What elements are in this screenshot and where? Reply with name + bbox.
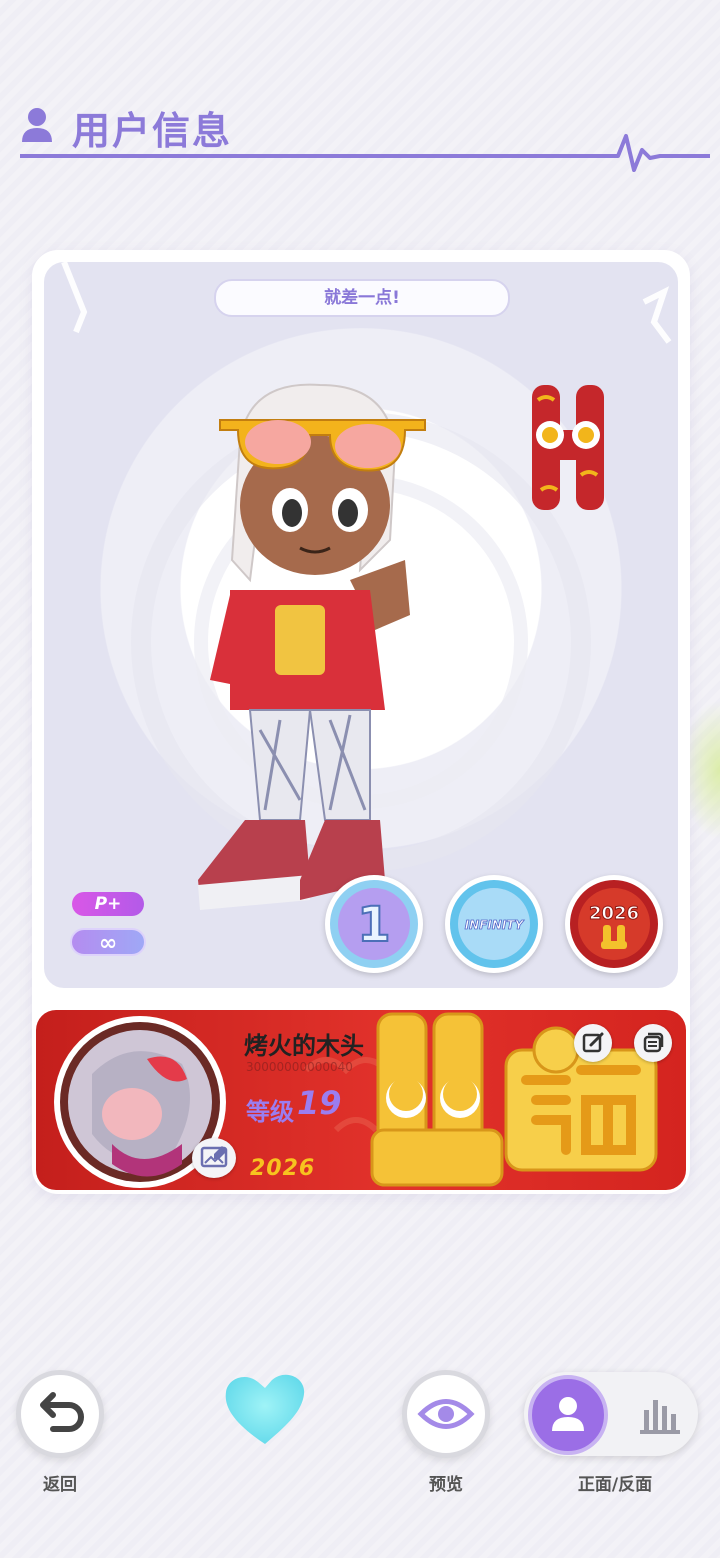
- front-option[interactable]: [528, 1375, 608, 1455]
- tip-banner: 就差一点!: [214, 279, 510, 317]
- undo-icon: [40, 1392, 84, 1432]
- edit-banner-button[interactable]: [574, 1024, 612, 1062]
- heart-icon[interactable]: [222, 1372, 308, 1446]
- bar-chart-icon[interactable]: [632, 1390, 684, 1438]
- preview-button[interactable]: [402, 1370, 490, 1458]
- pet-bunny[interactable]: [526, 380, 612, 515]
- level-value: 19: [297, 1084, 342, 1122]
- preview-label: 预览: [429, 1475, 463, 1495]
- header-divider: [20, 134, 710, 172]
- copy-icon: [643, 1032, 664, 1053]
- back-label: 返回: [43, 1475, 77, 1495]
- user-id: 30000000000040: [246, 1060, 353, 1074]
- level-label: 等级: [246, 1098, 294, 1126]
- image-edit-icon: [200, 1146, 228, 1168]
- badge-infinity-text: INFINITY: [465, 918, 525, 932]
- badge-infinity[interactable]: INFINITY: [445, 875, 543, 973]
- copy-button[interactable]: [634, 1024, 672, 1062]
- user-icon: [552, 1397, 584, 1431]
- badge-number-one-text: 1: [357, 897, 390, 953]
- pplus-tag[interactable]: P+: [72, 892, 144, 916]
- avatar-edit-button[interactable]: [192, 1138, 236, 1178]
- edit-icon: [582, 1032, 604, 1053]
- badge-number-one[interactable]: 1: [325, 875, 423, 973]
- back-button[interactable]: [16, 1370, 104, 1458]
- badge-2026[interactable]: 2026: [565, 875, 663, 973]
- flip-label: 正面/反面: [577, 1475, 653, 1495]
- nickname: 烤火的木头: [244, 1032, 364, 1060]
- eye-icon: [417, 1399, 475, 1429]
- year-text: 2026: [250, 1156, 316, 1181]
- badge-2026-text: 2026: [589, 903, 639, 924]
- infinity-tag[interactable]: ∞: [70, 928, 146, 956]
- avatar-character[interactable]: [190, 380, 450, 940]
